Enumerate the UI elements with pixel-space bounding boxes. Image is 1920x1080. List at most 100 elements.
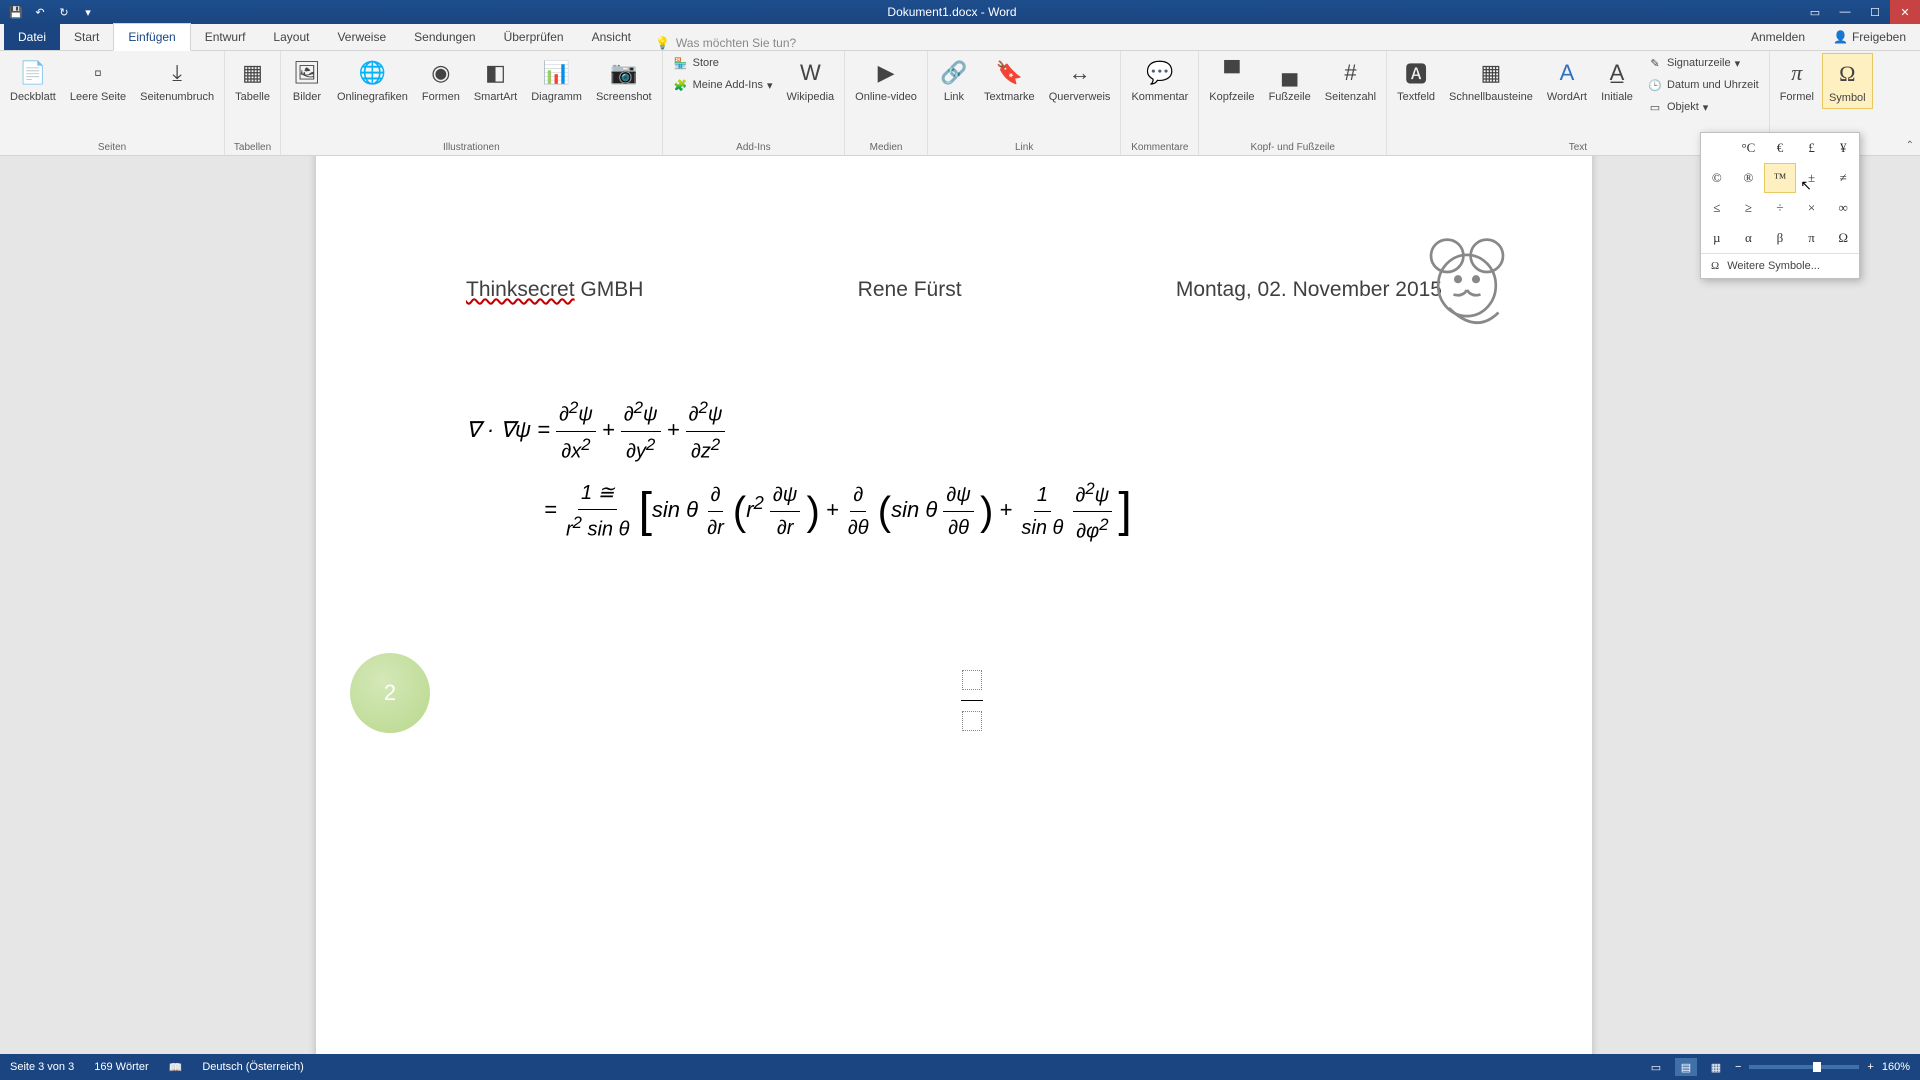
onlinegrafiken-button[interactable]: 🌐Onlinegrafiken bbox=[331, 53, 414, 107]
symbol-cell[interactable]: ™ bbox=[1764, 163, 1796, 193]
textfeld-button[interactable]: 🅰Textfeld bbox=[1391, 53, 1441, 107]
onlinevideo-button[interactable]: ▶Online-video bbox=[849, 53, 923, 107]
zoom-in-icon[interactable]: + bbox=[1867, 1061, 1873, 1073]
symbol-cell[interactable]: µ bbox=[1701, 223, 1733, 253]
fusszeile-button[interactable]: ▄Fußzeile bbox=[1263, 53, 1317, 107]
freigeben-link[interactable]: 👤Freigeben bbox=[1819, 24, 1920, 50]
symbol-cell[interactable]: × bbox=[1796, 193, 1828, 223]
store-button[interactable]: 🏪Store bbox=[667, 53, 779, 73]
online-pictures-icon: 🌐 bbox=[356, 57, 388, 89]
datum-uhrzeit-button[interactable]: 🕒Datum und Uhrzeit bbox=[1641, 75, 1765, 95]
symbol-cell[interactable]: ≠ bbox=[1827, 163, 1859, 193]
equation[interactable]: ∇ · ∇ψ = ∂2ψ∂x2 + ∂2ψ∂y2 + ∂2ψ∂z2 = 1 ≅r… bbox=[466, 395, 1132, 550]
tab-sendungen[interactable]: Sendungen bbox=[400, 24, 489, 50]
symbol-cell[interactable]: β bbox=[1764, 223, 1796, 253]
symbol-cell[interactable]: Ω bbox=[1827, 223, 1859, 253]
link-button[interactable]: 🔗Link bbox=[932, 53, 976, 107]
deckblatt-button[interactable]: 📄Deckblatt bbox=[4, 53, 62, 107]
objekt-button[interactable]: ▭Objekt ▾ bbox=[1641, 97, 1765, 117]
mouse-logo-icon bbox=[1422, 218, 1512, 328]
language-indicator[interactable]: Deutsch (Österreich) bbox=[202, 1061, 303, 1073]
textmarke-button[interactable]: 🔖Textmarke bbox=[978, 53, 1041, 107]
equation-placeholder[interactable] bbox=[961, 670, 983, 731]
group-seiten: 📄Deckblatt ▫Leere Seite ⤓Seitenumbruch S… bbox=[0, 51, 225, 155]
kopfzeile-button[interactable]: ▀Kopfzeile bbox=[1203, 53, 1260, 107]
placeholder-denominator[interactable] bbox=[962, 711, 982, 731]
symbol-cell[interactable]: © bbox=[1701, 163, 1733, 193]
wordart-button[interactable]: AWordArt bbox=[1541, 53, 1593, 107]
undo-icon[interactable]: ↶ bbox=[32, 4, 48, 20]
zoom-out-icon[interactable]: − bbox=[1735, 1061, 1741, 1073]
word-count[interactable]: 169 Wörter bbox=[94, 1061, 148, 1073]
initiale-button[interactable]: A̲Initiale bbox=[1595, 53, 1639, 107]
annotation-number: 2 bbox=[384, 680, 396, 706]
symbol-cell[interactable]: ∞ bbox=[1827, 193, 1859, 223]
symbol-cell[interactable]: £ bbox=[1796, 133, 1828, 163]
formen-button[interactable]: ◉Formen bbox=[416, 53, 466, 107]
tell-me-search[interactable]: 💡 Was möchten Sie tun? bbox=[655, 36, 796, 50]
screenshot-button[interactable]: 📷Screenshot bbox=[590, 53, 658, 107]
placeholder-numerator[interactable] bbox=[962, 670, 982, 690]
symbol-button[interactable]: ΩSymbol bbox=[1822, 53, 1873, 109]
symbol-icon: Ω bbox=[1831, 58, 1863, 90]
symbol-cell[interactable]: ¥ bbox=[1827, 133, 1859, 163]
zoom-level[interactable]: 160% bbox=[1882, 1061, 1910, 1073]
leere-seite-button[interactable]: ▫Leere Seite bbox=[64, 53, 132, 107]
close-icon[interactable]: ✕ bbox=[1890, 0, 1920, 24]
meine-addins-button[interactable]: 🧩Meine Add-Ins ▾ bbox=[667, 75, 779, 95]
weitere-symbole-button[interactable]: Ω Weitere Symbole... bbox=[1701, 253, 1859, 278]
zoom-slider[interactable] bbox=[1749, 1065, 1859, 1069]
web-layout-icon[interactable]: ▦ bbox=[1705, 1058, 1727, 1076]
tabelle-button[interactable]: ▦Tabelle bbox=[229, 53, 276, 107]
minimize-icon[interactable]: — bbox=[1830, 0, 1860, 24]
smartart-button[interactable]: ◧SmartArt bbox=[468, 53, 523, 107]
schnellbausteine-button[interactable]: ▦Schnellbausteine bbox=[1443, 53, 1539, 107]
read-mode-icon[interactable]: ▭ bbox=[1645, 1058, 1667, 1076]
maximize-icon[interactable]: ☐ bbox=[1860, 0, 1890, 24]
object-icon: ▭ bbox=[1647, 99, 1663, 115]
group-illustrationen: 🖼Bilder 🌐Onlinegrafiken ◉Formen ◧SmartAr… bbox=[281, 51, 663, 155]
page: Thinksecret GMBH Rene Fürst Montag, 02. … bbox=[316, 156, 1592, 1054]
tab-start[interactable]: Start bbox=[60, 24, 113, 50]
signature-icon: ✎ bbox=[1647, 55, 1663, 71]
collapse-ribbon-icon[interactable]: ⌃ bbox=[1906, 140, 1914, 151]
formel-button[interactable]: πFormel bbox=[1774, 53, 1820, 107]
tab-ansicht[interactable]: Ansicht bbox=[578, 24, 645, 50]
seitenzahl-button[interactable]: #Seitenzahl bbox=[1319, 53, 1382, 107]
symbol-cell[interactable]: ÷ bbox=[1764, 193, 1796, 223]
tab-entwurf[interactable]: Entwurf bbox=[191, 24, 260, 50]
symbol-cell[interactable]: α bbox=[1733, 223, 1765, 253]
tab-einfuegen[interactable]: Einfügen bbox=[113, 23, 190, 51]
symbol-cell[interactable]: ≤ bbox=[1701, 193, 1733, 223]
symbol-cell[interactable]: ® bbox=[1733, 163, 1765, 193]
symbol-cell[interactable]: π bbox=[1796, 223, 1828, 253]
querverweis-button[interactable]: ↔Querverweis bbox=[1043, 53, 1117, 107]
tab-ueberpruefen[interactable]: Überprüfen bbox=[490, 24, 578, 50]
seitenumbruch-button[interactable]: ⤓Seitenumbruch bbox=[134, 53, 220, 107]
kommentar-button[interactable]: 💬Kommentar bbox=[1125, 53, 1194, 107]
symbol-cell[interactable]: °C bbox=[1733, 133, 1765, 163]
tell-me-placeholder: Was möchten Sie tun? bbox=[676, 36, 796, 50]
screenshot-icon: 📷 bbox=[608, 57, 640, 89]
symbol-cell[interactable]: € bbox=[1764, 133, 1796, 163]
tab-verweise[interactable]: Verweise bbox=[323, 24, 400, 50]
redo-icon[interactable]: ↻ bbox=[56, 4, 72, 20]
document-area[interactable]: Thinksecret GMBH Rene Fürst Montag, 02. … bbox=[0, 156, 1920, 1054]
bilder-button[interactable]: 🖼Bilder bbox=[285, 53, 329, 107]
page-indicator[interactable]: Seite 3 von 3 bbox=[10, 1061, 74, 1073]
ribbon-display-icon[interactable]: ▭ bbox=[1800, 0, 1830, 24]
symbol-cell[interactable]: ≥ bbox=[1733, 193, 1765, 223]
symbol-cell[interactable] bbox=[1701, 133, 1733, 163]
tab-datei[interactable]: Datei bbox=[4, 24, 60, 50]
diagramm-button[interactable]: 📊Diagramm bbox=[525, 53, 588, 107]
status-bar: Seite 3 von 3 169 Wörter 📖 Deutsch (Öste… bbox=[0, 1054, 1920, 1080]
tab-layout[interactable]: Layout bbox=[259, 24, 323, 50]
anmelden-link[interactable]: Anmelden bbox=[1737, 24, 1819, 50]
save-icon[interactable]: 💾 bbox=[8, 4, 24, 20]
proofing-icon[interactable]: 📖 bbox=[169, 1061, 183, 1074]
qat-dropdown-icon[interactable]: ▾ bbox=[80, 4, 96, 20]
wikipedia-button[interactable]: WWikipedia bbox=[780, 53, 840, 107]
signaturzeile-button[interactable]: ✎Signaturzeile ▾ bbox=[1641, 53, 1765, 73]
symbol-cell[interactable]: ± bbox=[1796, 163, 1828, 193]
print-layout-icon[interactable]: ▤ bbox=[1675, 1058, 1697, 1076]
